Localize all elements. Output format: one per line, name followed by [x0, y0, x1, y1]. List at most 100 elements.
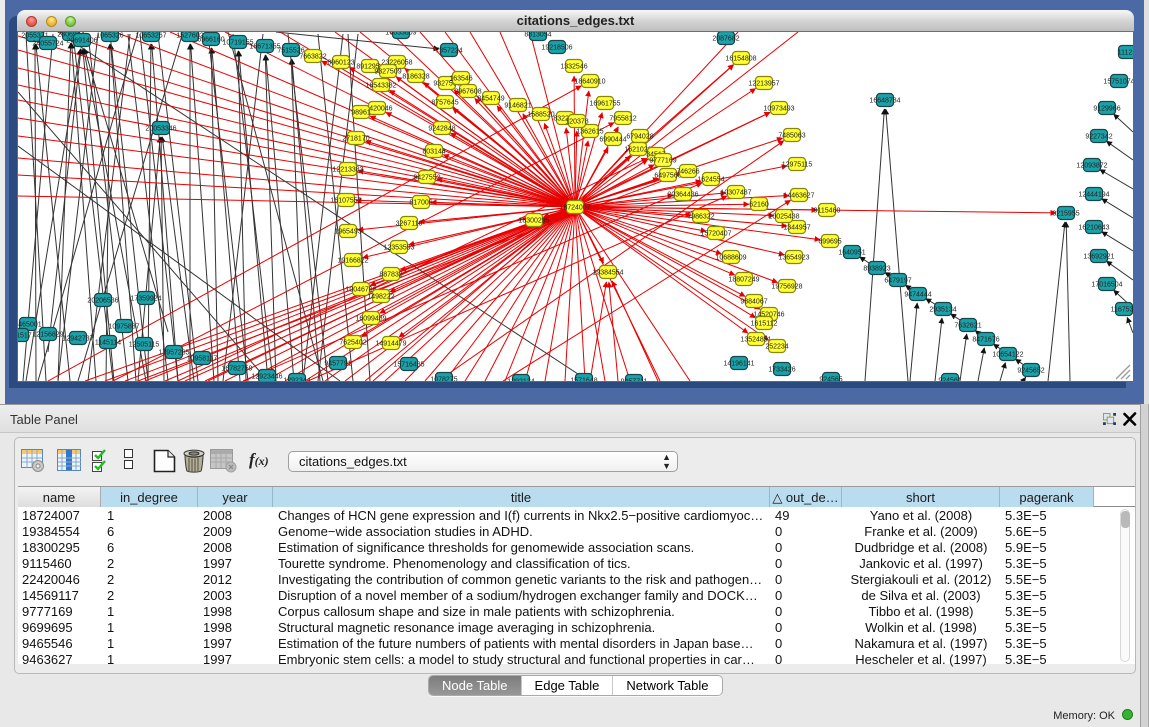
svg-text:163546: 163546 [449, 76, 472, 83]
svg-text:16543382: 16543382 [365, 83, 396, 90]
svg-text:7632621: 7632621 [954, 323, 981, 330]
svg-text:9457791: 9457791 [324, 361, 351, 368]
svg-text:9457711: 9457711 [621, 379, 648, 382]
svg-text:12942737: 12942737 [62, 336, 93, 343]
svg-text:10653267: 10653267 [135, 33, 166, 40]
svg-text:12156829: 12156829 [32, 332, 63, 339]
svg-text:9474444: 9474444 [904, 292, 931, 299]
svg-text:699695: 699695 [818, 239, 841, 246]
svg-text:7625402: 7625402 [339, 340, 366, 347]
svg-text:12505115: 12505115 [129, 342, 160, 349]
svg-text:1292344: 1292344 [283, 378, 310, 382]
svg-text:9242848: 9242848 [428, 126, 455, 133]
svg-text:19218506: 19218506 [541, 45, 572, 52]
svg-text:20364436: 20364436 [667, 192, 698, 199]
svg-text:13692921: 13692921 [1083, 254, 1114, 261]
svg-text:252234: 252234 [765, 344, 788, 351]
svg-text:10688609: 10688609 [715, 255, 746, 262]
svg-text:817006: 817006 [409, 200, 432, 207]
svg-text:8471676: 8471676 [972, 337, 999, 344]
svg-text:13524851: 13524851 [740, 337, 771, 344]
svg-text:8454749: 8454749 [477, 96, 504, 103]
svg-text:6990444: 6990444 [599, 137, 626, 144]
svg-text:11123: 11123 [1118, 50, 1133, 57]
svg-text:16671355: 16671355 [249, 44, 280, 51]
svg-text:6794028: 6794028 [626, 134, 653, 141]
svg-text:887832: 887832 [379, 272, 402, 279]
svg-text:16961755: 16961755 [589, 101, 620, 108]
svg-text:924565: 924565 [819, 377, 842, 382]
svg-text:1362615: 1362615 [576, 129, 603, 136]
svg-text:10025438: 10025438 [768, 214, 799, 221]
svg-text:14463627: 14463627 [783, 193, 814, 200]
svg-text:17359924: 17359924 [130, 296, 161, 303]
svg-text:2087682: 2087682 [712, 36, 739, 43]
svg-text:62160: 62160 [749, 202, 769, 209]
svg-text:120378: 120378 [565, 119, 588, 126]
svg-text:1588520: 1588520 [527, 112, 554, 119]
svg-text:9245652: 9245652 [1017, 368, 1044, 375]
svg-text:746266: 746266 [676, 169, 699, 176]
svg-text:18300295: 18300295 [518, 218, 549, 225]
svg-text:18724007: 18724007 [559, 205, 590, 212]
svg-text:1145114: 1145114 [95, 340, 121, 347]
svg-text:15716485: 15716485 [393, 362, 424, 369]
svg-text:1733426: 1733426 [768, 367, 795, 374]
svg-text:7663822: 7663822 [299, 54, 326, 61]
svg-text:12213383: 12213383 [332, 167, 363, 174]
svg-text:15751074: 15751074 [1103, 79, 1133, 86]
svg-text:16033809: 16033809 [385, 32, 416, 37]
svg-text:8813054: 8813054 [524, 32, 551, 39]
svg-text:14196141: 14196141 [723, 361, 754, 368]
svg-text:24055724: 24055724 [32, 41, 63, 48]
svg-text:19756928: 19756928 [771, 284, 802, 291]
svg-text:9327509: 9327509 [374, 69, 401, 76]
svg-text:1332546: 1332546 [560, 64, 587, 71]
svg-text:16099489: 16099489 [355, 316, 386, 323]
svg-text:803144: 803144 [422, 149, 445, 156]
svg-text:9427552: 9427552 [413, 175, 440, 182]
svg-text:8757645: 8757645 [431, 100, 458, 107]
svg-text:1344957: 1344957 [783, 225, 810, 232]
svg-text:12444194: 12444194 [1078, 192, 1109, 199]
svg-text:8960123: 8960123 [327, 60, 354, 67]
svg-text:20053346: 20053346 [145, 126, 176, 133]
svg-text:1571648: 1571648 [570, 378, 597, 382]
svg-text:1167534: 1167534 [1111, 307, 1133, 314]
svg-text:7485063: 7485063 [778, 133, 805, 140]
svg-text:10975887: 10975887 [108, 324, 139, 331]
svg-text:1624554: 1624554 [697, 177, 724, 184]
svg-text:20691406: 20691406 [66, 38, 97, 45]
svg-text:6479197: 6479197 [884, 278, 911, 285]
svg-text:12093872: 12093872 [1076, 163, 1107, 170]
svg-text:12923446: 12923446 [251, 374, 282, 381]
svg-text:9884067: 9884067 [740, 299, 767, 306]
svg-text:16782759: 16782759 [221, 366, 252, 373]
svg-text:1498222: 1498222 [367, 294, 394, 301]
svg-text:19384554: 19384554 [592, 270, 623, 277]
svg-text:16648784: 16648784 [869, 98, 900, 105]
svg-text:18640910: 18640910 [574, 79, 605, 86]
svg-text:9777169: 9777169 [649, 158, 676, 165]
svg-text:10973493: 10973493 [763, 106, 794, 113]
svg-text:391517: 391517 [18, 333, 32, 340]
svg-text:3267110: 3267110 [396, 221, 423, 228]
svg-text:10307487: 10307487 [720, 190, 751, 197]
svg-text:15720407: 15720407 [700, 231, 731, 238]
svg-text:17016504: 17016504 [1091, 282, 1122, 289]
svg-text:1640951: 1640951 [838, 250, 865, 257]
svg-text:6966160: 6966160 [197, 37, 224, 44]
svg-text:2935134: 2935134 [929, 307, 956, 314]
svg-text:1465001: 1465001 [18, 322, 42, 329]
svg-text:16154808: 16154808 [725, 56, 756, 63]
svg-text:16210643: 16210643 [1078, 225, 1109, 232]
svg-text:18807249: 18807249 [728, 277, 759, 284]
svg-text:9115460: 9115460 [814, 208, 841, 215]
svg-text:1292134: 1292134 [507, 379, 534, 382]
svg-text:19166822: 19166822 [337, 258, 368, 265]
svg-text:7986322: 7986322 [687, 214, 714, 221]
svg-text:14914479: 14914479 [375, 341, 406, 348]
svg-text:12353593: 12353593 [383, 245, 414, 252]
svg-text:1965493: 1965493 [334, 229, 361, 236]
svg-text:12975115: 12975115 [782, 162, 813, 169]
